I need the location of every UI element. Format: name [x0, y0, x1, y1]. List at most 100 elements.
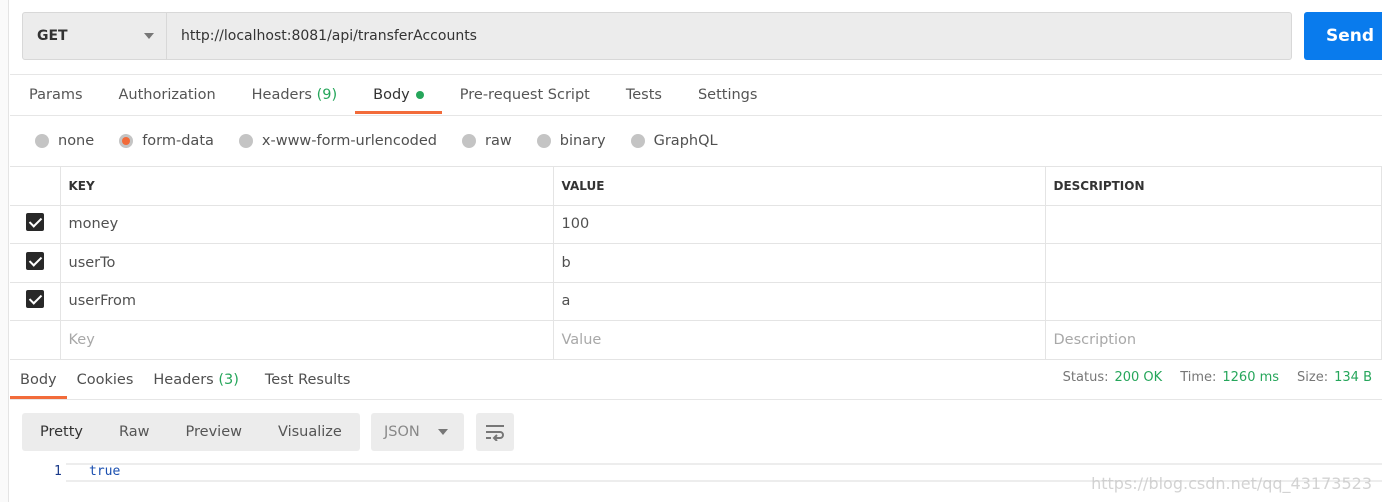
row-checkbox-cell: [10, 243, 61, 283]
tab-label: Params: [29, 87, 83, 103]
tab-label: Cookies: [76, 371, 134, 388]
header-description: DESCRIPTION: [1044, 166, 1382, 206]
time-label: Time:: [1180, 370, 1217, 385]
body-mode-radios: none form-data x-www-form-urlencoded raw…: [35, 130, 743, 152]
value-cell[interactable]: b: [552, 243, 1046, 283]
radio-urlencoded[interactable]: x-www-form-urlencoded: [238, 133, 437, 149]
tab-label: Headers: [153, 371, 214, 388]
radio-label: form-data: [142, 133, 214, 149]
response-tab-body[interactable]: Body: [10, 360, 67, 399]
response-tab-headers[interactable]: Headers (3): [143, 360, 249, 399]
table-row-new: Key Value Description: [10, 320, 1382, 360]
description-cell[interactable]: [1044, 243, 1382, 283]
table-row: userFrom a: [10, 281, 1382, 321]
response-tab-test-results[interactable]: Test Results: [249, 360, 361, 399]
value-cell[interactable]: 100: [552, 204, 1046, 244]
response-tabs: Body Cookies Headers (3) Test Results: [10, 360, 360, 399]
tab-label: Body: [20, 371, 57, 388]
view-visualize[interactable]: Visualize: [260, 424, 360, 440]
key-cell[interactable]: money: [59, 204, 554, 244]
chevron-down-icon: [144, 33, 154, 39]
tab-authorization[interactable]: Authorization: [101, 75, 234, 115]
row-checkbox-cell: [10, 320, 61, 360]
method-select[interactable]: GET: [23, 13, 167, 59]
wrap-icon: [486, 425, 504, 441]
tab-label: Settings: [697, 87, 758, 103]
radio-graphql[interactable]: GraphQL: [630, 133, 718, 149]
radio-form-data[interactable]: form-data: [119, 133, 214, 149]
size-label: Size:: [1297, 370, 1329, 385]
headers-count: (3): [218, 371, 239, 388]
view-mode-group: Pretty Raw Preview Visualize: [22, 413, 360, 451]
checkbox-checked-icon[interactable]: [25, 251, 44, 270]
tab-body[interactable]: Body: [355, 75, 442, 115]
radio-selected-icon: [119, 134, 134, 148]
checkbox-checked-icon[interactable]: [25, 213, 44, 232]
watermark: https://blog.csdn.net/qq_43173523: [1091, 474, 1372, 493]
key-cell[interactable]: userFrom: [59, 281, 554, 321]
tab-settings[interactable]: Settings: [680, 75, 775, 115]
status-label: Status:: [1062, 370, 1109, 385]
radio-icon: [536, 134, 551, 148]
response-tab-cookies[interactable]: Cookies: [67, 360, 144, 399]
tab-headers[interactable]: Headers (9): [234, 75, 356, 115]
radio-label: none: [58, 133, 95, 149]
url-bar: GET http://localhost:8081/api/transferAc…: [22, 12, 1292, 60]
key-cell[interactable]: userTo: [59, 243, 554, 283]
tab-label: Tests: [625, 87, 662, 103]
radio-label: binary: [559, 133, 606, 149]
wrap-lines-button[interactable]: [476, 413, 514, 451]
status-value: 200 OK: [1114, 370, 1163, 385]
table-header: KEY VALUE DESCRIPTION: [10, 166, 1382, 206]
tab-params[interactable]: Params: [11, 75, 101, 115]
radio-icon: [462, 134, 477, 148]
headers-count: (9): [316, 87, 338, 103]
form-data-table: KEY VALUE DESCRIPTION money 100 userTo b…: [10, 166, 1382, 360]
tab-label: Pre-request Script: [459, 87, 590, 103]
row-checkbox-cell: [10, 204, 61, 244]
size-value: 134 B: [1334, 370, 1372, 385]
chevron-down-icon: [438, 429, 448, 435]
view-preview[interactable]: Preview: [168, 424, 260, 440]
view-pretty[interactable]: Pretty: [22, 424, 101, 440]
view-raw[interactable]: Raw: [101, 424, 168, 440]
description-cell[interactable]: [1044, 204, 1382, 244]
tab-tests[interactable]: Tests: [608, 75, 680, 115]
time-value: 1260 ms: [1222, 370, 1280, 385]
radio-binary[interactable]: binary: [536, 133, 606, 149]
tab-label: Body: [373, 87, 410, 103]
send-button[interactable]: Send: [1304, 12, 1382, 60]
response-meta: Status: 200 OK Time: 1260 ms Size: 134 B: [1063, 370, 1372, 385]
table-row: money 100: [10, 204, 1382, 244]
method-label: GET: [37, 28, 68, 44]
tab-label: Headers: [251, 87, 312, 103]
format-select[interactable]: JSON: [371, 413, 464, 451]
radio-raw[interactable]: raw: [462, 133, 512, 149]
tab-label: Authorization: [118, 87, 216, 103]
radio-icon: [35, 134, 49, 148]
header-key: KEY: [59, 166, 554, 206]
header-checkbox-cell: [10, 166, 61, 206]
response-body-text: true: [89, 464, 121, 479]
radio-icon: [630, 134, 645, 148]
radio-icon: [238, 134, 253, 148]
row-checkbox-cell: [10, 281, 61, 321]
header-value: VALUE: [552, 166, 1046, 206]
divider: [10, 115, 1382, 116]
line-number: 1: [54, 464, 62, 479]
request-tabs: Params Authorization Headers (9) Body Pr…: [11, 75, 775, 115]
description-cell[interactable]: [1044, 281, 1382, 321]
format-label: JSON: [384, 424, 420, 440]
url-input[interactable]: http://localhost:8081/api/transferAccoun…: [167, 28, 477, 44]
tab-pre-request-script[interactable]: Pre-request Script: [442, 75, 608, 115]
sidebar-edge: [0, 0, 9, 502]
radio-label: raw: [485, 133, 512, 149]
checkbox-checked-icon[interactable]: [25, 290, 44, 309]
key-input[interactable]: Key: [59, 320, 554, 360]
value-cell[interactable]: a: [552, 281, 1046, 321]
description-input[interactable]: Description: [1044, 320, 1382, 360]
value-input[interactable]: Value: [552, 320, 1046, 360]
radio-none[interactable]: none: [35, 133, 94, 149]
radio-label: GraphQL: [653, 133, 718, 149]
table-row: userTo b: [10, 243, 1382, 283]
